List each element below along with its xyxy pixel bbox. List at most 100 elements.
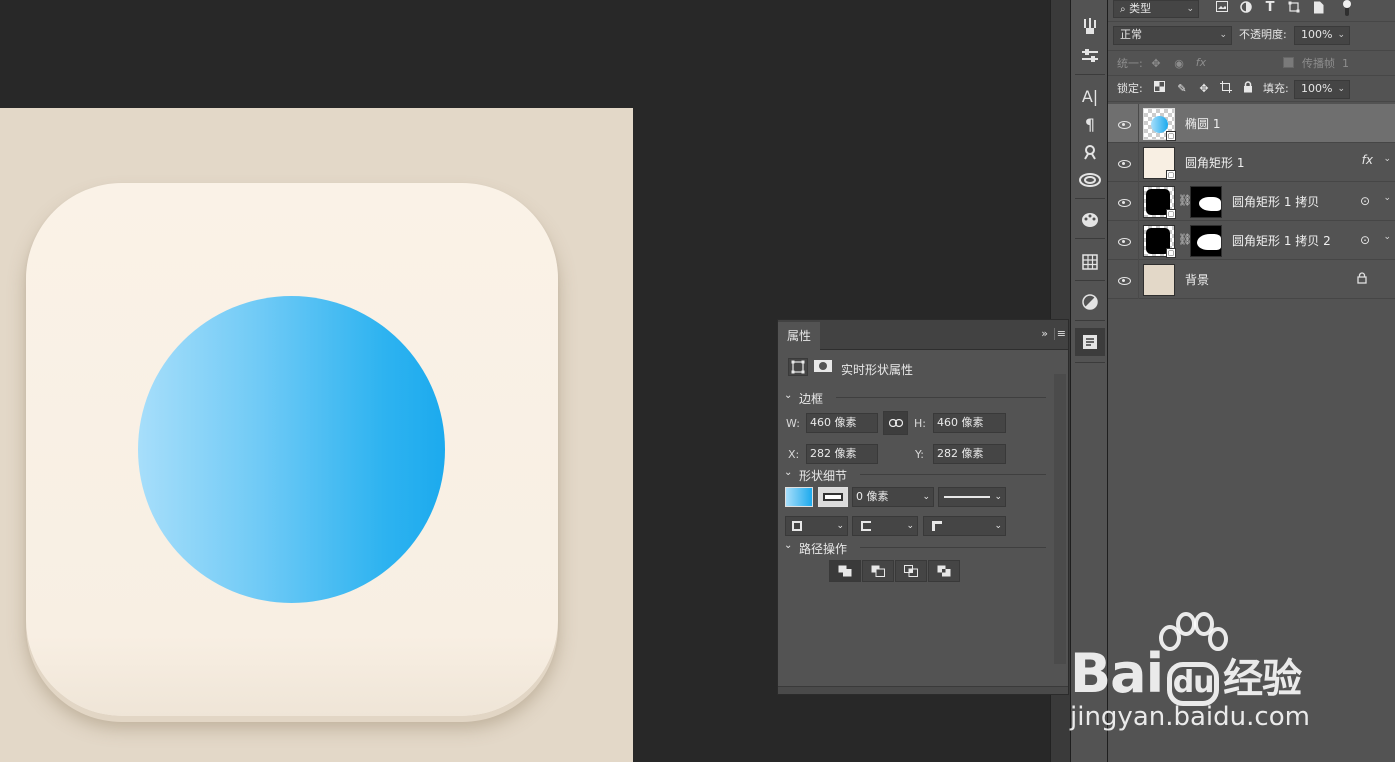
stroke-cap-icon <box>861 521 871 531</box>
chevron-down-icon: ⌄ <box>1337 30 1345 40</box>
y-field[interactable]: 282 像素 <box>933 444 1006 464</box>
subtract-front-shape-button[interactable] <box>862 560 894 582</box>
unify-style-icon[interactable]: fx <box>1193 55 1209 71</box>
visibility-eye-icon[interactable] <box>1116 155 1132 169</box>
shape-layer-badge-icon: ▢ <box>1166 131 1176 141</box>
layer-row-rounded-rect-copy-2[interactable]: ▢ ⛓ 圆角矩形 1 拷贝 2 ⊙ ⌄ <box>1108 221 1395 260</box>
chevron-down-icon[interactable]: ⌄ <box>1383 232 1391 242</box>
unify-label: 统一: <box>1117 57 1143 70</box>
adjustment-filter-icon[interactable] <box>1238 1 1254 17</box>
image-filter-icon[interactable] <box>1214 1 1230 17</box>
height-field[interactable]: 460 像素 <box>933 413 1006 433</box>
filter-toggle-switch[interactable] <box>1342 0 1352 18</box>
lock-pixels-brush-icon[interactable]: ✎ <box>1174 81 1190 97</box>
chevron-down-icon: ⌄ <box>1337 84 1345 94</box>
shape-filter-icon[interactable] <box>1286 1 1302 17</box>
exclude-overlap-button[interactable] <box>928 560 960 582</box>
adjustments-sliders-icon[interactable] <box>1071 42 1109 70</box>
layer-thumbnail[interactable]: ▢ <box>1143 147 1176 180</box>
glyphs-icon[interactable] <box>1071 138 1109 166</box>
lock-icon[interactable] <box>1357 272 1367 287</box>
unify-position-icon[interactable]: ✥ <box>1148 56 1164 72</box>
layer-name: 圆角矩形 1 拷贝 <box>1232 195 1320 209</box>
stroke-cap-dropdown[interactable]: ⌄ <box>852 516 918 536</box>
stroke-corner-dropdown[interactable]: ⌄ <box>923 516 1006 536</box>
smart-object-filter-icon[interactable] <box>1310 1 1326 17</box>
properties-panel-icon[interactable] <box>1075 328 1105 356</box>
layer-mask-thumbnail[interactable] <box>1190 225 1222 257</box>
shape-properties-icon[interactable] <box>788 358 808 376</box>
lock-all-icon[interactable] <box>1240 81 1256 97</box>
intersect-shapes-button[interactable] <box>895 560 927 582</box>
properties-panel: 属性 » ≡ 实时形状属性 ⌄ 边框 W: 460 像素 H: 460 像素 X… <box>777 319 1069 695</box>
properties-scrollbar[interactable] <box>1054 374 1066 664</box>
stroke-corner-icon <box>932 521 942 531</box>
section-bounds-title: 边框 <box>799 392 824 406</box>
swatches-palette-icon[interactable] <box>1071 206 1109 234</box>
fill-field[interactable]: 100% ⌄ <box>1294 80 1350 99</box>
photoshop-window: A| ¶ ⌕ 类型 ⌄ T 正常 ⌄ 不透明度: 100% ⌄ 统一: ✥ ◉ … <box>0 0 1395 762</box>
combine-shapes-button[interactable] <box>829 560 861 582</box>
link-dimensions-button[interactable] <box>883 411 908 435</box>
chevron-down-icon: ⌄ <box>994 492 1002 502</box>
layer-row-rounded-rect[interactable]: ▢ 圆角矩形 1 fx ⌄ <box>1108 143 1395 182</box>
ellipse-shape[interactable] <box>138 296 445 603</box>
stroke-type-dropdown[interactable]: ⌄ <box>938 487 1006 507</box>
creative-cloud-libraries-icon[interactable] <box>1071 166 1109 194</box>
chevron-down-icon[interactable]: ⌄ <box>1383 154 1391 164</box>
document-canvas[interactable] <box>0 108 633 762</box>
panel-menu-icon[interactable]: ≡ <box>1057 327 1066 340</box>
stroke-width-value: 0 像素 <box>856 490 889 503</box>
stroke-align-dropdown[interactable]: ⌄ <box>785 516 848 536</box>
propagate-frame-checkbox[interactable] <box>1283 57 1294 68</box>
layer-row-background[interactable]: 背景 <box>1108 260 1395 299</box>
propagate-frame-value: 1 <box>1342 57 1349 70</box>
unify-visibility-icon[interactable]: ◉ <box>1171 56 1187 72</box>
tab-properties[interactable]: 属性 <box>778 322 820 350</box>
layer-name: 背景 <box>1185 273 1210 287</box>
paragraph-icon[interactable]: ¶ <box>1071 110 1109 138</box>
lock-position-icon[interactable]: ✥ <box>1196 81 1212 97</box>
layer-thumbnail[interactable] <box>1143 264 1175 296</box>
mask-properties-icon[interactable] <box>813 358 833 376</box>
layer-thumbnail[interactable]: ▢ <box>1143 108 1176 141</box>
lock-transparency-icon[interactable] <box>1151 81 1167 97</box>
blend-mode-dropdown[interactable]: 正常 ⌄ <box>1113 26 1232 45</box>
y-value: 282 像素 <box>937 447 984 460</box>
visibility-eye-icon[interactable] <box>1116 116 1132 130</box>
chevron-down-icon[interactable]: ⌄ <box>784 467 792 478</box>
collapse-panel-icon[interactable]: » <box>1041 327 1048 340</box>
layer-effects-icon[interactable]: fx <box>1362 153 1373 167</box>
x-field[interactable]: 282 像素 <box>806 444 878 464</box>
grid-table-icon[interactable] <box>1071 248 1109 276</box>
stroke-width-field[interactable]: 0 像素 ⌄ <box>852 487 934 507</box>
filter-kind-dropdown[interactable]: ⌕ 类型 ⌄ <box>1113 0 1199 18</box>
character-icon[interactable]: A| <box>1071 82 1109 110</box>
lock-artboard-icon[interactable] <box>1218 81 1234 97</box>
chevron-down-icon[interactable]: ⌄ <box>784 540 792 551</box>
layer-thumbnail[interactable]: ▢ <box>1143 225 1176 258</box>
type-filter-icon[interactable]: T <box>1262 0 1278 16</box>
x-value: 282 像素 <box>810 447 857 460</box>
width-field[interactable]: 460 像素 <box>806 413 878 433</box>
visibility-eye-icon[interactable] <box>1116 272 1132 286</box>
adjustments-circle-icon[interactable] <box>1071 288 1109 316</box>
chevron-down-icon[interactable]: ⌄ <box>784 390 792 401</box>
baidu-jingyan-watermark: Bai du 经验 jingyan.baidu.com <box>1068 612 1395 762</box>
opacity-field[interactable]: 100% ⌄ <box>1294 26 1350 45</box>
stroke-color-swatch[interactable] <box>818 487 848 507</box>
opacity-label: 不透明度: <box>1239 28 1287 41</box>
visibility-eye-icon[interactable] <box>1116 233 1132 247</box>
fill-color-swatch[interactable] <box>785 487 813 507</box>
layer-row-rounded-rect-copy[interactable]: ▢ ⛓ 圆角矩形 1 拷贝 ⊙ ⌄ <box>1108 182 1395 221</box>
layer-row-ellipse[interactable]: ▢ 椭圆 1 <box>1108 104 1395 143</box>
brush-presets-icon[interactable] <box>1071 12 1109 40</box>
lock-label: 锁定: <box>1117 82 1143 95</box>
visibility-eye-icon[interactable] <box>1116 194 1132 208</box>
rounded-rectangle-shape[interactable] <box>26 183 558 716</box>
tab-label: 属性 <box>787 329 812 343</box>
layer-thumbnail[interactable]: ▢ <box>1143 186 1176 219</box>
chevron-down-icon[interactable]: ⌄ <box>1383 193 1391 203</box>
layer-mask-thumbnail[interactable] <box>1190 186 1222 218</box>
panel-resize-grip[interactable] <box>778 686 1068 694</box>
